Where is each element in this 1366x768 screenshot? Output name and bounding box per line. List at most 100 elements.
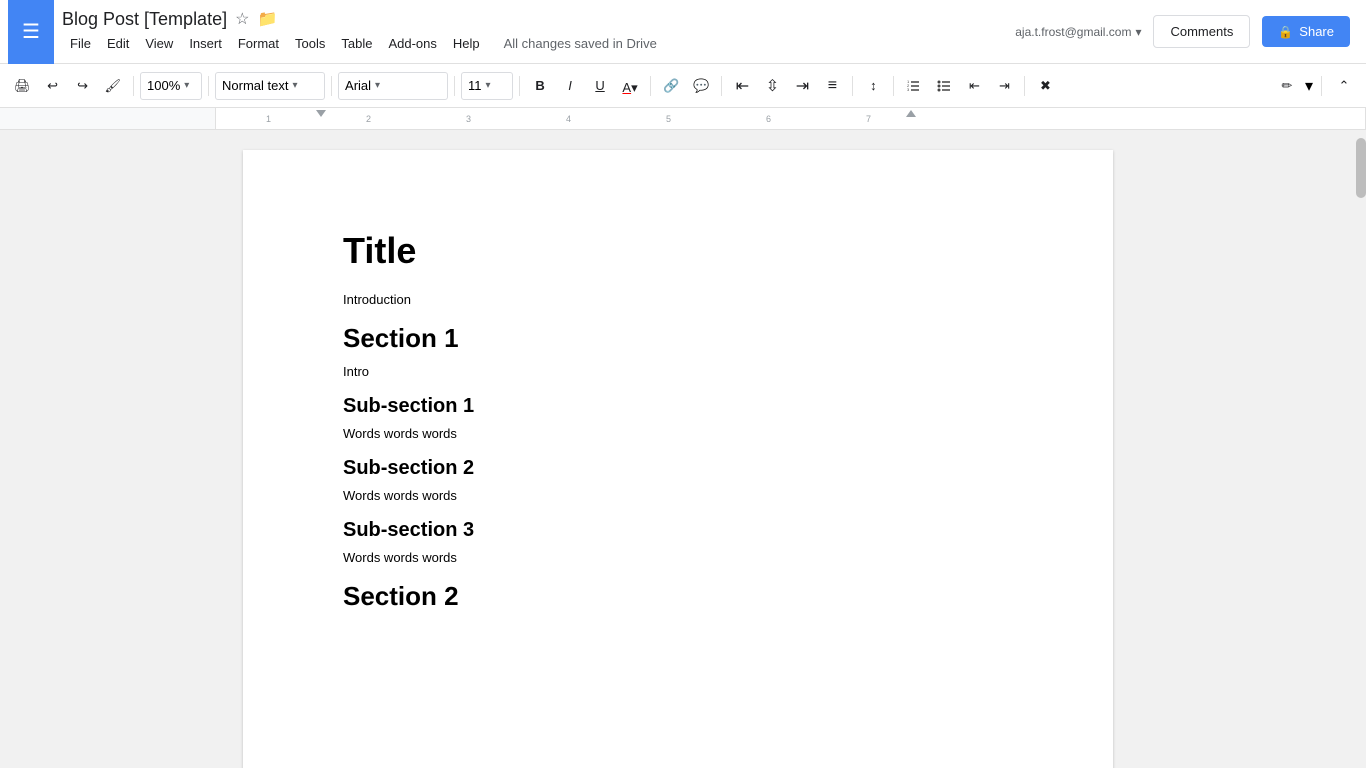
toolbar-separator-5 bbox=[519, 76, 520, 96]
document-subsection3[interactable]: Sub-section 3 bbox=[343, 519, 1013, 542]
zoom-arrow: ▾ bbox=[184, 80, 189, 91]
document-subsection2[interactable]: Sub-section 2 bbox=[343, 457, 1013, 480]
star-icon[interactable]: ☆ bbox=[235, 9, 249, 29]
svg-text:4: 4 bbox=[566, 114, 571, 124]
font-size-dropdown[interactable]: 11 ▾ bbox=[461, 72, 513, 100]
document-section1[interactable]: Section 1 bbox=[343, 323, 1013, 354]
align-left-button[interactable]: ⇤ bbox=[728, 72, 756, 100]
toolbar-separator-4 bbox=[454, 76, 455, 96]
doc-title-row: Blog Post [Template] ☆ 📁 bbox=[62, 9, 657, 30]
document-subsection2-text[interactable]: Words words words bbox=[343, 488, 1013, 503]
user-email-text: aja.t.frost@gmail.com bbox=[1015, 25, 1131, 39]
folder-icon[interactable]: 📁 bbox=[257, 9, 277, 29]
style-arrow: ▾ bbox=[293, 80, 298, 91]
font-size-value: 11 bbox=[468, 78, 482, 93]
align-justify-button[interactable]: ≡ bbox=[818, 72, 846, 100]
font-size-arrow: ▾ bbox=[486, 80, 491, 91]
svg-text:6: 6 bbox=[766, 114, 771, 124]
redo-button[interactable]: ↪ bbox=[69, 72, 97, 100]
numbered-list-icon: 123 bbox=[906, 78, 922, 94]
undo-button[interactable]: ↩ bbox=[39, 72, 67, 100]
font-dropdown[interactable]: Arial ▾ bbox=[338, 72, 448, 100]
comments-button[interactable]: Comments bbox=[1153, 15, 1250, 48]
ruler-bar: 1 2 3 4 5 6 7 bbox=[215, 108, 1366, 129]
numbered-list-button[interactable]: 123 bbox=[900, 72, 928, 100]
menu-file[interactable]: File bbox=[62, 32, 99, 55]
pen-button[interactable]: ✏ bbox=[1273, 72, 1301, 100]
toolbar-separator-9 bbox=[893, 76, 894, 96]
main-area: Title Introduction Section 1 Intro Sub-s… bbox=[0, 130, 1366, 768]
menu-view[interactable]: View bbox=[137, 32, 181, 55]
font-value: Arial bbox=[345, 78, 371, 93]
lock-icon: 🔒 bbox=[1278, 25, 1293, 39]
ruler-svg: 1 2 3 4 5 6 7 bbox=[216, 108, 1365, 129]
menu-help[interactable]: Help bbox=[445, 32, 488, 55]
toolbar-separator-3 bbox=[331, 76, 332, 96]
align-center-button[interactable]: ⇳ bbox=[758, 72, 786, 100]
svg-text:2: 2 bbox=[366, 114, 371, 124]
menu-format[interactable]: Format bbox=[230, 32, 287, 55]
bullet-list-icon bbox=[936, 78, 952, 94]
zoom-dropdown[interactable]: 100% ▾ bbox=[140, 72, 202, 100]
svg-text:3: 3 bbox=[907, 87, 910, 92]
menu-insert[interactable]: Insert bbox=[181, 32, 230, 55]
ruler-left-marker[interactable] bbox=[316, 110, 326, 117]
share-label: Share bbox=[1299, 24, 1334, 39]
decrease-indent-button[interactable]: ⇤ bbox=[960, 72, 988, 100]
link-button[interactable]: 🔗 bbox=[657, 72, 685, 100]
doc-title-area: Blog Post [Template] ☆ 📁 File Edit View … bbox=[54, 3, 665, 61]
bullet-list-button[interactable] bbox=[930, 72, 958, 100]
zoom-value: 100% bbox=[147, 78, 180, 93]
bold-button[interactable]: B bbox=[526, 72, 554, 100]
hamburger-menu[interactable]: ☰ bbox=[8, 0, 54, 64]
toolbar: 🖨 ↩ ↪ 🖌 100% ▾ Normal text ▾ Arial ▾ 11 … bbox=[0, 64, 1366, 108]
line-spacing-button[interactable]: ↕ bbox=[859, 72, 887, 100]
print-button[interactable]: 🖨 bbox=[8, 72, 37, 100]
svg-text:7: 7 bbox=[866, 114, 871, 124]
doc-title[interactable]: Blog Post [Template] bbox=[62, 9, 227, 30]
insert-comment-button[interactable]: 💬 bbox=[687, 72, 715, 100]
document-section1-intro[interactable]: Intro bbox=[343, 364, 1013, 379]
clear-format-button[interactable]: ✖ bbox=[1031, 72, 1059, 100]
scrollbar[interactable] bbox=[1356, 130, 1366, 768]
document-section2[interactable]: Section 2 bbox=[343, 581, 1013, 612]
toolbar-separator-8 bbox=[852, 76, 853, 96]
document-intro[interactable]: Introduction bbox=[343, 292, 1013, 307]
italic-button[interactable]: I bbox=[556, 72, 584, 100]
svg-text:5: 5 bbox=[666, 114, 671, 124]
toolbar-separator-6 bbox=[650, 76, 651, 96]
document-area[interactable]: Title Introduction Section 1 Intro Sub-s… bbox=[0, 130, 1356, 768]
font-color-button[interactable]: A ▾ bbox=[616, 72, 644, 100]
underline-button[interactable]: U bbox=[586, 72, 614, 100]
menu-add-ons[interactable]: Add-ons bbox=[380, 32, 444, 55]
menu-edit[interactable]: Edit bbox=[99, 32, 137, 55]
increase-indent-button[interactable]: ⇥ bbox=[990, 72, 1018, 100]
svg-text:3: 3 bbox=[466, 114, 471, 124]
document-subsection3-text[interactable]: Words words words bbox=[343, 550, 1013, 565]
saved-status: All changes saved in Drive bbox=[504, 36, 657, 51]
menu-bar: File Edit View Insert Format Tools Table… bbox=[62, 32, 657, 55]
collapse-toolbar-button[interactable]: ⌃ bbox=[1330, 72, 1358, 100]
paint-format-button[interactable]: 🖌 bbox=[99, 72, 128, 100]
toolbar-separator-10 bbox=[1024, 76, 1025, 96]
menu-table[interactable]: Table bbox=[333, 32, 380, 55]
user-email[interactable]: aja.t.frost@gmail.com ▾ bbox=[1015, 25, 1141, 39]
scrollbar-thumb[interactable] bbox=[1356, 138, 1366, 198]
document-subsection1-text[interactable]: Words words words bbox=[343, 426, 1013, 441]
document-title[interactable]: Title bbox=[343, 230, 1013, 272]
document-page[interactable]: Title Introduction Section 1 Intro Sub-s… bbox=[243, 150, 1113, 768]
font-color-arrow: ▾ bbox=[631, 80, 638, 96]
align-right-button[interactable]: ⇥ bbox=[788, 72, 816, 100]
ruler-right-marker[interactable] bbox=[906, 110, 916, 117]
style-dropdown[interactable]: Normal text ▾ bbox=[215, 72, 325, 100]
share-button[interactable]: 🔒 Share bbox=[1262, 16, 1350, 47]
toolbar-separator-7 bbox=[721, 76, 722, 96]
user-dropdown-arrow: ▾ bbox=[1135, 25, 1141, 39]
font-arrow: ▾ bbox=[375, 80, 380, 91]
top-bar: ☰ Blog Post [Template] ☆ 📁 File Edit Vie… bbox=[0, 0, 1366, 64]
document-subsection1[interactable]: Sub-section 1 bbox=[343, 395, 1013, 418]
menu-tools[interactable]: Tools bbox=[287, 32, 333, 55]
svg-text:1: 1 bbox=[266, 114, 271, 124]
hamburger-icon: ☰ bbox=[22, 19, 40, 44]
toolbar-separator-11 bbox=[1321, 76, 1322, 96]
